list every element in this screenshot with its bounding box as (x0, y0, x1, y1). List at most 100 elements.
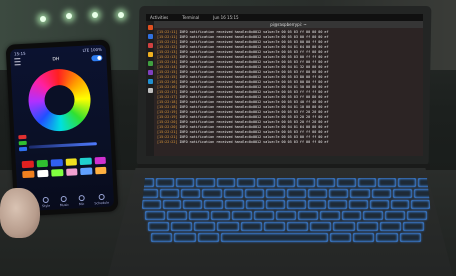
color-swatch[interactable] (94, 166, 107, 175)
keyboard-key[interactable] (236, 178, 255, 187)
keyboard-key[interactable] (392, 189, 412, 198)
keyboard-key[interactable] (266, 200, 285, 209)
color-swatch[interactable] (51, 169, 64, 177)
keyboard-key[interactable] (319, 211, 340, 220)
keyboard-key[interactable] (376, 233, 398, 242)
keyboard-key[interactable] (141, 200, 161, 209)
keyboard-key[interactable] (174, 233, 196, 242)
keyboard-key[interactable] (147, 222, 170, 231)
dock-app-icon[interactable] (147, 70, 153, 75)
dock-app-icon[interactable] (147, 25, 153, 30)
color-swatch[interactable] (94, 156, 106, 165)
terminal-output[interactable]: [15:22:11] INFO notification received ha… (154, 28, 423, 156)
keyboard-key[interactable] (210, 211, 231, 220)
keyboard-key[interactable] (356, 222, 378, 231)
keyboard-key[interactable] (371, 189, 391, 198)
keyboard-key[interactable] (166, 211, 187, 220)
keyboard-key[interactable] (217, 222, 239, 231)
keyboard-key[interactable] (188, 211, 209, 220)
color-wheel[interactable] (26, 67, 93, 133)
color-swatch[interactable] (36, 159, 49, 168)
keyboard-key[interactable] (202, 189, 222, 198)
color-swatch[interactable] (79, 157, 92, 166)
keyboard-key[interactable] (407, 211, 427, 220)
keyboard-key[interactable] (145, 211, 165, 220)
keyboard-key[interactable] (287, 222, 309, 231)
keyboard-key[interactable] (363, 211, 384, 220)
color-swatch[interactable] (65, 168, 78, 176)
keyboard-key[interactable] (411, 200, 431, 209)
dock-app-icon[interactable] (147, 34, 153, 39)
keyboard-key[interactable] (297, 178, 316, 187)
keyboard-key[interactable] (307, 200, 327, 209)
keyboard-key[interactable] (265, 189, 285, 198)
keyboard-key[interactable] (350, 189, 370, 198)
app-menu-label[interactable]: Terminal (182, 15, 199, 20)
keyboard-key[interactable] (156, 178, 175, 187)
keyboard-key[interactable] (183, 200, 203, 209)
keyboard-key[interactable] (197, 233, 219, 242)
nav-item-music[interactable]: Music (59, 195, 69, 207)
keyboard-key[interactable] (245, 200, 265, 209)
keyboard-key[interactable] (377, 178, 396, 187)
dock-app-icon[interactable] (147, 79, 153, 84)
keyboard-key[interactable] (221, 233, 328, 242)
keyboard-key[interactable] (194, 222, 216, 231)
keyboard-key[interactable] (276, 211, 296, 220)
color-swatch[interactable] (36, 169, 49, 178)
keyboard-key[interactable] (341, 211, 362, 220)
keyboard-key[interactable] (357, 178, 376, 187)
dock-app-icon[interactable] (147, 88, 153, 93)
dock-app-icon[interactable] (147, 61, 153, 66)
keyboard-key[interactable] (181, 189, 201, 198)
keyboard-key[interactable] (310, 222, 332, 231)
color-swatch[interactable] (22, 170, 35, 179)
keyboard-key[interactable] (171, 222, 193, 231)
keyboard-key[interactable] (204, 200, 223, 209)
keyboard-key[interactable] (402, 222, 425, 231)
color-swatch[interactable] (21, 160, 34, 169)
keyboard-key[interactable] (317, 178, 336, 187)
power-toggle[interactable] (91, 54, 103, 61)
keyboard-key[interactable] (297, 211, 318, 220)
brightness-slider[interactable] (28, 142, 97, 149)
nav-item-mic[interactable]: Mic (78, 194, 85, 206)
keyboard-key[interactable] (224, 200, 244, 209)
keyboard-key[interactable] (337, 178, 356, 187)
keyboard-key[interactable] (176, 178, 195, 187)
keyboard-key[interactable] (353, 233, 375, 242)
keyboard-key[interactable] (162, 200, 182, 209)
color-swatch[interactable] (65, 158, 77, 166)
keyboard-key[interactable] (333, 222, 355, 231)
activities-label[interactable]: Activities (150, 15, 168, 20)
channel-button[interactable] (18, 134, 27, 140)
dock-app-icon[interactable] (147, 43, 153, 48)
channel-button[interactable] (18, 140, 27, 146)
keyboard-key[interactable] (329, 233, 351, 242)
keyboard-key[interactable] (379, 222, 401, 231)
keyboard-key[interactable] (397, 178, 416, 187)
keyboard-key[interactable] (328, 200, 348, 209)
keyboard-key[interactable] (223, 189, 243, 198)
keyboard-key[interactable] (256, 178, 275, 187)
keyboard-key[interactable] (244, 189, 264, 198)
menu-icon[interactable] (14, 58, 21, 66)
keyboard-key[interactable] (399, 233, 421, 242)
color-swatch[interactable] (80, 167, 92, 176)
keyboard-key[interactable] (390, 200, 410, 209)
keyboard-key[interactable] (151, 233, 173, 242)
keyboard-key[interactable] (196, 178, 215, 187)
clock-label[interactable]: Jun 16 15:15 (213, 15, 238, 20)
keyboard-key[interactable] (276, 178, 296, 187)
keyboard-key[interactable] (287, 200, 306, 209)
keyboard-key[interactable] (216, 178, 235, 187)
color-swatch[interactable] (50, 159, 63, 167)
keyboard-key[interactable] (254, 211, 275, 220)
keyboard-key[interactable] (329, 189, 349, 198)
keyboard-key[interactable] (160, 189, 180, 198)
channel-button[interactable] (18, 146, 28, 152)
keyboard-key[interactable] (308, 189, 328, 198)
keyboard-key[interactable] (385, 211, 406, 220)
keyboard-key[interactable] (263, 222, 285, 231)
nav-item-schedule[interactable]: Schedule (94, 193, 109, 205)
